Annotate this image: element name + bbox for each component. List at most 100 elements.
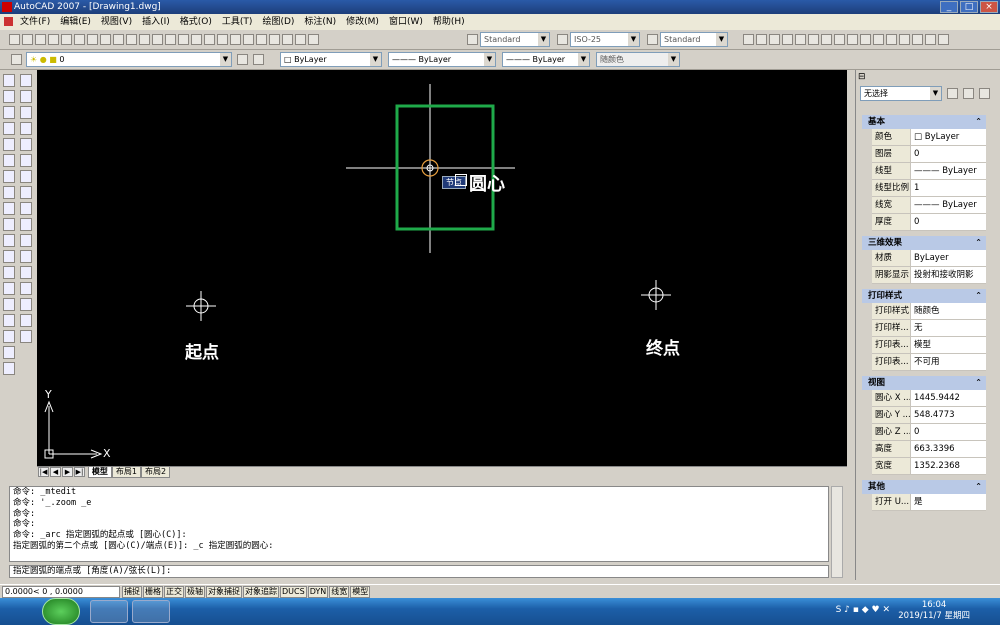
match-icon[interactable] — [126, 34, 137, 45]
collapse-icon[interactable]: ⌃ — [975, 480, 982, 494]
break-point-icon[interactable] — [20, 250, 32, 263]
arc-length-icon[interactable] — [769, 34, 780, 45]
property-row[interactable]: 线宽 ——— ByLayer — [872, 197, 986, 214]
property-row[interactable]: 打印样式 随颜色 — [872, 303, 986, 320]
property-value[interactable]: 0 — [910, 146, 986, 162]
collapse-icon[interactable]: ⌃ — [975, 376, 982, 390]
selection-select[interactable]: 无选择 ▼ — [860, 86, 942, 101]
design-center-icon[interactable] — [243, 34, 254, 45]
toggle-pickadd-icon[interactable] — [947, 88, 958, 99]
paste-icon[interactable] — [113, 34, 124, 45]
section-header[interactable]: 其他 ⌃ — [862, 480, 986, 494]
linear-dim-icon[interactable] — [743, 34, 754, 45]
explode-icon[interactable] — [20, 330, 32, 343]
menu-dimension[interactable]: 标注(N) — [299, 14, 341, 30]
osnap-toggle[interactable]: 对象捕捉 — [206, 586, 242, 598]
property-row[interactable]: 圆心 Y ... 548.4773 — [872, 407, 986, 424]
property-value[interactable]: 是 — [910, 494, 986, 510]
layer-select[interactable]: ☀ ● ■ 0 ▼ — [26, 52, 232, 67]
property-value[interactable]: ByLayer — [910, 250, 986, 266]
dim-edit-icon[interactable] — [925, 34, 936, 45]
ducs-toggle[interactable]: DUCS — [280, 586, 307, 598]
property-value[interactable]: 不可用 — [910, 354, 986, 370]
cut-icon[interactable] — [87, 34, 98, 45]
command-input[interactable]: 指定圆弧的端点或 [角度(A)/弦长(L)]: — [9, 565, 829, 578]
last-tab-icon[interactable]: ▶| — [74, 467, 85, 477]
break-icon[interactable] — [20, 266, 32, 279]
menu-window[interactable]: 窗口(W) — [384, 14, 428, 30]
dim-style-select[interactable]: ISO-25 ▼ — [570, 32, 640, 47]
help-icon[interactable] — [308, 34, 319, 45]
zoom-previous-icon[interactable] — [217, 34, 228, 45]
section-header[interactable]: 视图 ⌃ — [862, 376, 986, 390]
close-button[interactable]: × — [980, 1, 998, 13]
property-row[interactable]: 打开 U... 是 — [872, 494, 986, 511]
table-style-icon[interactable] — [647, 34, 658, 45]
copy-object-icon[interactable] — [20, 90, 32, 103]
tab-model[interactable]: 模型 — [87, 467, 112, 478]
mtext-icon[interactable] — [3, 362, 15, 375]
start-button[interactable] — [42, 598, 80, 625]
rectangle-icon[interactable] — [3, 138, 15, 151]
baseline-icon[interactable] — [860, 34, 871, 45]
array-icon[interactable] — [20, 138, 32, 151]
calculator-icon[interactable] — [295, 34, 306, 45]
leader-icon[interactable] — [886, 34, 897, 45]
fillet-icon[interactable] — [20, 314, 32, 327]
dim-update-icon[interactable] — [938, 34, 949, 45]
gradient-icon[interactable] — [3, 314, 15, 327]
table-style-select[interactable]: Standard ▼ — [660, 32, 728, 47]
property-value[interactable]: 模型 — [910, 337, 986, 353]
plot-icon[interactable] — [48, 34, 59, 45]
ellipse-arc-icon[interactable] — [3, 234, 15, 247]
chamfer-icon[interactable] — [20, 298, 32, 311]
drawing-canvas[interactable]: 节点 圆心 起点 终点 Y X — [37, 70, 847, 466]
ordinate-icon[interactable] — [782, 34, 793, 45]
menu-draw[interactable]: 绘图(D) — [257, 14, 299, 30]
mirror-icon[interactable] — [20, 106, 32, 119]
property-row[interactable]: 厚度 0 — [872, 214, 986, 231]
next-tab-icon[interactable]: ▶ — [62, 467, 73, 477]
menu-help[interactable]: 帮助(H) — [428, 14, 470, 30]
layer-previous-icon[interactable] — [253, 54, 264, 65]
erase-icon[interactable] — [20, 74, 32, 87]
preview-icon[interactable] — [61, 34, 72, 45]
select-objects-icon[interactable] — [963, 88, 974, 99]
move-icon[interactable] — [20, 154, 32, 167]
region-icon[interactable] — [3, 330, 15, 343]
property-row[interactable]: 打印表... 模型 — [872, 337, 986, 354]
ellipse-icon[interactable] — [3, 218, 15, 231]
scale-icon[interactable] — [20, 186, 32, 199]
linetype-select[interactable]: ——— ByLayer ▼ — [388, 52, 496, 67]
offset-icon[interactable] — [20, 122, 32, 135]
new-icon[interactable] — [9, 34, 20, 45]
quick-select-icon[interactable] — [979, 88, 990, 99]
menu-tools[interactable]: 工具(T) — [217, 14, 258, 30]
menu-modify[interactable]: 修改(M) — [341, 14, 384, 30]
property-row[interactable]: 圆心 Z ... 0 — [872, 424, 986, 441]
copy-icon[interactable] — [100, 34, 111, 45]
jogged-icon[interactable] — [808, 34, 819, 45]
property-value[interactable]: 548.4773 — [910, 407, 986, 423]
diameter-icon[interactable] — [821, 34, 832, 45]
model-toggle[interactable]: 模型 — [350, 586, 371, 598]
section-header[interactable]: 基本 ⌃ — [862, 115, 986, 129]
menu-edit[interactable]: 编辑(E) — [55, 14, 96, 30]
property-row[interactable]: 阴影显示 投射和接收阴影 — [872, 267, 986, 284]
polar-toggle[interactable]: 极轴 — [185, 586, 205, 598]
property-value[interactable]: ——— ByLayer — [910, 197, 986, 213]
collapse-icon[interactable]: ⌃ — [975, 115, 982, 129]
tool-palette-icon[interactable] — [256, 34, 267, 45]
property-value[interactable]: 无 — [910, 320, 986, 336]
color-select[interactable]: □ ByLayer ▼ — [280, 52, 382, 67]
first-tab-icon[interactable]: |◀ — [38, 467, 49, 477]
command-scrollbar[interactable] — [831, 486, 843, 578]
property-value[interactable]: □ ByLayer — [910, 129, 986, 145]
property-row[interactable]: 图层 0 — [872, 146, 986, 163]
property-row[interactable]: 材质 ByLayer — [872, 250, 986, 267]
open-icon[interactable] — [22, 34, 33, 45]
polyline-icon[interactable] — [3, 106, 15, 119]
stretch-icon[interactable] — [20, 202, 32, 215]
property-value[interactable]: 1445.9442 — [910, 390, 986, 406]
trim-icon[interactable] — [20, 218, 32, 231]
